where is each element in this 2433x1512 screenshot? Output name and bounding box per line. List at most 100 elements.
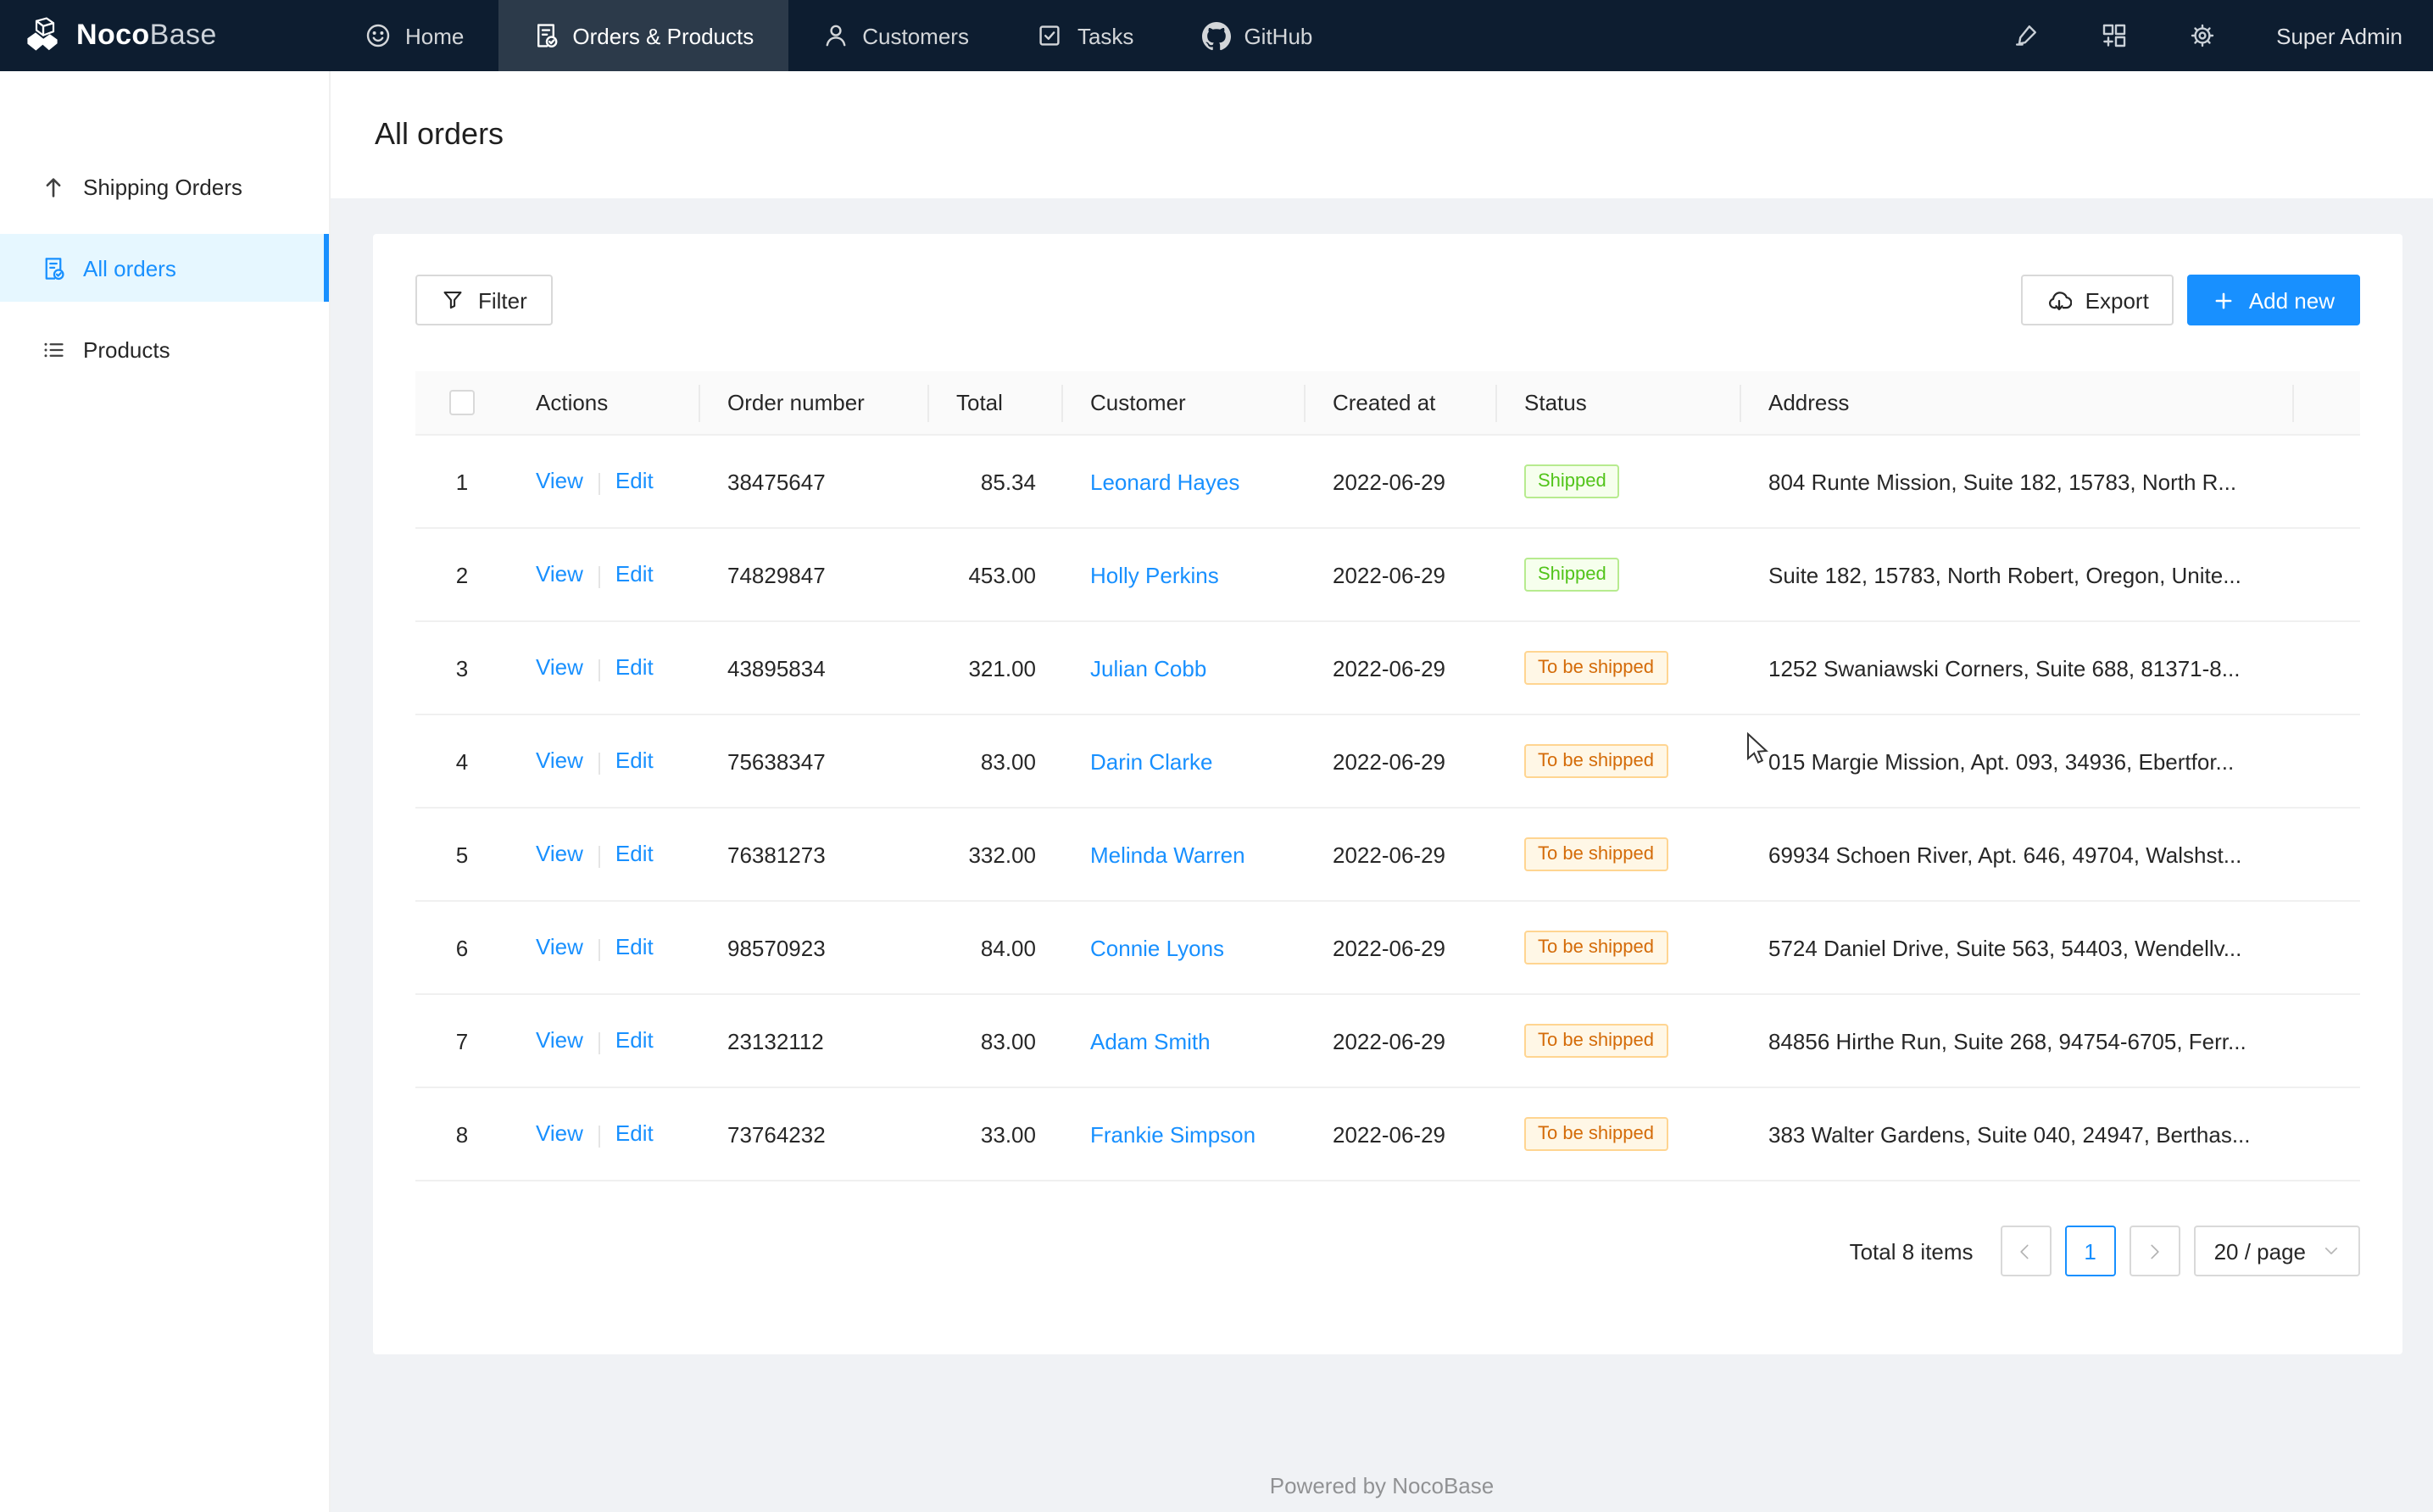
customer-cell: Darin Clarke [1063,714,1306,808]
col-header-created-at: Created at [1306,371,1497,435]
total-cell: 83.00 [929,714,1063,808]
table-row: 8 ViewEdit 73764232 33.00 Frankie Simpso… [415,1087,2360,1181]
pagination-total: Total 8 items [1850,1238,1974,1264]
page-size-select[interactable]: 20 / page [2194,1226,2360,1276]
nav-item-orders-products[interactable]: Orders & Products [498,0,788,71]
status-cell: To be shipped [1497,621,1741,714]
customer-link[interactable]: Frankie Simpson [1090,1121,1255,1147]
edit-link[interactable]: Edit [615,1028,654,1053]
nav-right: Super Admin [2012,0,2433,71]
gear-icon[interactable] [2188,22,2215,49]
status-cell: To be shipped [1497,901,1741,994]
view-link[interactable]: View [536,562,583,587]
row-actions: View Edit [509,994,700,1087]
filter-button[interactable]: Filter [415,275,553,325]
total-cell: 33.00 [929,1087,1063,1181]
filter-funnel-icon [441,288,465,312]
view-link[interactable]: View [536,1121,583,1147]
status-badge: To be shipped [1524,744,1667,778]
plugin-blocks-icon[interactable] [2100,22,2127,49]
order-number-cell: 75638347 [700,714,929,808]
col-header-status: Status [1497,371,1741,435]
customer-cell: Leonard Hayes [1063,435,1306,528]
nav-item-github[interactable]: GitHub [1167,0,1346,71]
customer-link[interactable]: Adam Smith [1090,1028,1211,1053]
status-badge: To be shipped [1524,837,1667,871]
row-actions: View Edit [509,435,700,528]
nav-item-tasks[interactable]: Tasks [1003,0,1167,71]
customer-link[interactable]: Darin Clarke [1090,748,1213,774]
page-size-value: 20 / page [2214,1238,2306,1264]
edit-link[interactable]: Edit [615,748,654,774]
nocobase-app: NocoBase Home [0,0,2433,1512]
nav-item-customers[interactable]: Customers [788,0,1003,71]
body: Shipping Orders All orders [0,71,2433,1512]
nav-item-label: Customers [862,23,969,48]
sidebar: Shipping Orders All orders [0,71,331,1512]
page-title: All orders [375,117,504,153]
status-cell: To be shipped [1497,1087,1741,1181]
total-cell: 83.00 [929,994,1063,1087]
page-number-button[interactable]: 1 [2065,1226,2116,1276]
nav-item-label: GitHub [1244,23,1312,48]
view-link[interactable]: View [536,935,583,960]
chevron-left-icon [2017,1242,2035,1260]
edit-link[interactable]: Edit [615,469,654,494]
row-index: 6 [415,901,509,994]
address-cell: 84856 Hirthe Run, Suite 268, 94754-6705,… [1741,994,2294,1087]
table-row: 6 ViewEdit 98570923 84.00 Connie Lyons 2… [415,901,2360,994]
row-index: 2 [415,528,509,621]
action-divider [599,938,600,960]
sidebar-item-products[interactable]: Products [0,315,329,383]
edit-link[interactable]: Edit [615,1121,654,1147]
github-icon [1201,21,1230,50]
edit-link[interactable]: Edit [615,842,654,867]
nav-item-label: Orders & Products [572,23,754,48]
edit-link[interactable]: Edit [615,935,654,960]
action-divider [599,472,600,494]
brand-logo[interactable]: NocoBase [0,0,331,71]
user-menu[interactable]: Super Admin [2276,23,2402,48]
add-new-button[interactable]: Add new [2188,275,2360,325]
customer-link[interactable]: Julian Cobb [1090,655,1206,681]
customer-link[interactable]: Connie Lyons [1090,935,1224,960]
col-header-actions: Actions [509,371,700,435]
filter-button-label: Filter [478,287,527,313]
edit-link[interactable]: Edit [615,562,654,587]
total-cell: 321.00 [929,621,1063,714]
customer-link[interactable]: Leonard Hayes [1090,469,1239,494]
view-link[interactable]: View [536,655,583,681]
row-actions: View Edit [509,1087,700,1181]
table-row: 1 ViewEdit 38475647 85.34 Leonard Hayes … [415,435,2360,528]
select-all-checkbox[interactable] [449,390,475,415]
address-cell: 804 Runte Mission, Suite 182, 15783, Nor… [1741,435,2294,528]
prev-page-button[interactable] [2001,1226,2052,1276]
main: All orders Filter [331,71,2433,1512]
status-badge: To be shipped [1524,651,1667,685]
total-cell: 332.00 [929,808,1063,901]
status-cell: To be shipped [1497,808,1741,901]
view-link[interactable]: View [536,1028,583,1053]
created-at-cell: 2022-06-29 [1306,621,1497,714]
view-link[interactable]: View [536,748,583,774]
next-page-button[interactable] [2130,1226,2180,1276]
sidebar-item-shipping-orders[interactable]: Shipping Orders [0,153,329,220]
table-toolbar: Filter Export [415,275,2360,325]
highlighter-icon[interactable] [2012,22,2039,49]
edit-link[interactable]: Edit [615,655,654,681]
export-button[interactable]: Export [2021,275,2174,325]
table-row: 3 ViewEdit 43895834 321.00 Julian Cobb 2… [415,621,2360,714]
nav-item-home[interactable]: Home [331,0,498,71]
sidebar-item-all-orders[interactable]: All orders [0,234,329,302]
view-link[interactable]: View [536,469,583,494]
smiley-icon [365,22,392,49]
status-badge: To be shipped [1524,1024,1667,1058]
customer-link[interactable]: Holly Perkins [1090,562,1219,587]
address-cell: 383 Walter Gardens, Suite 040, 24947, Be… [1741,1087,2294,1181]
gutter-cell [2294,1087,2360,1181]
view-link[interactable]: View [536,842,583,867]
address-cell: 1252 Swaniawski Corners, Suite 688, 8137… [1741,621,2294,714]
created-at-cell: 2022-06-29 [1306,714,1497,808]
customer-link[interactable]: Melinda Warren [1090,842,1245,867]
export-button-label: Export [2085,287,2149,313]
